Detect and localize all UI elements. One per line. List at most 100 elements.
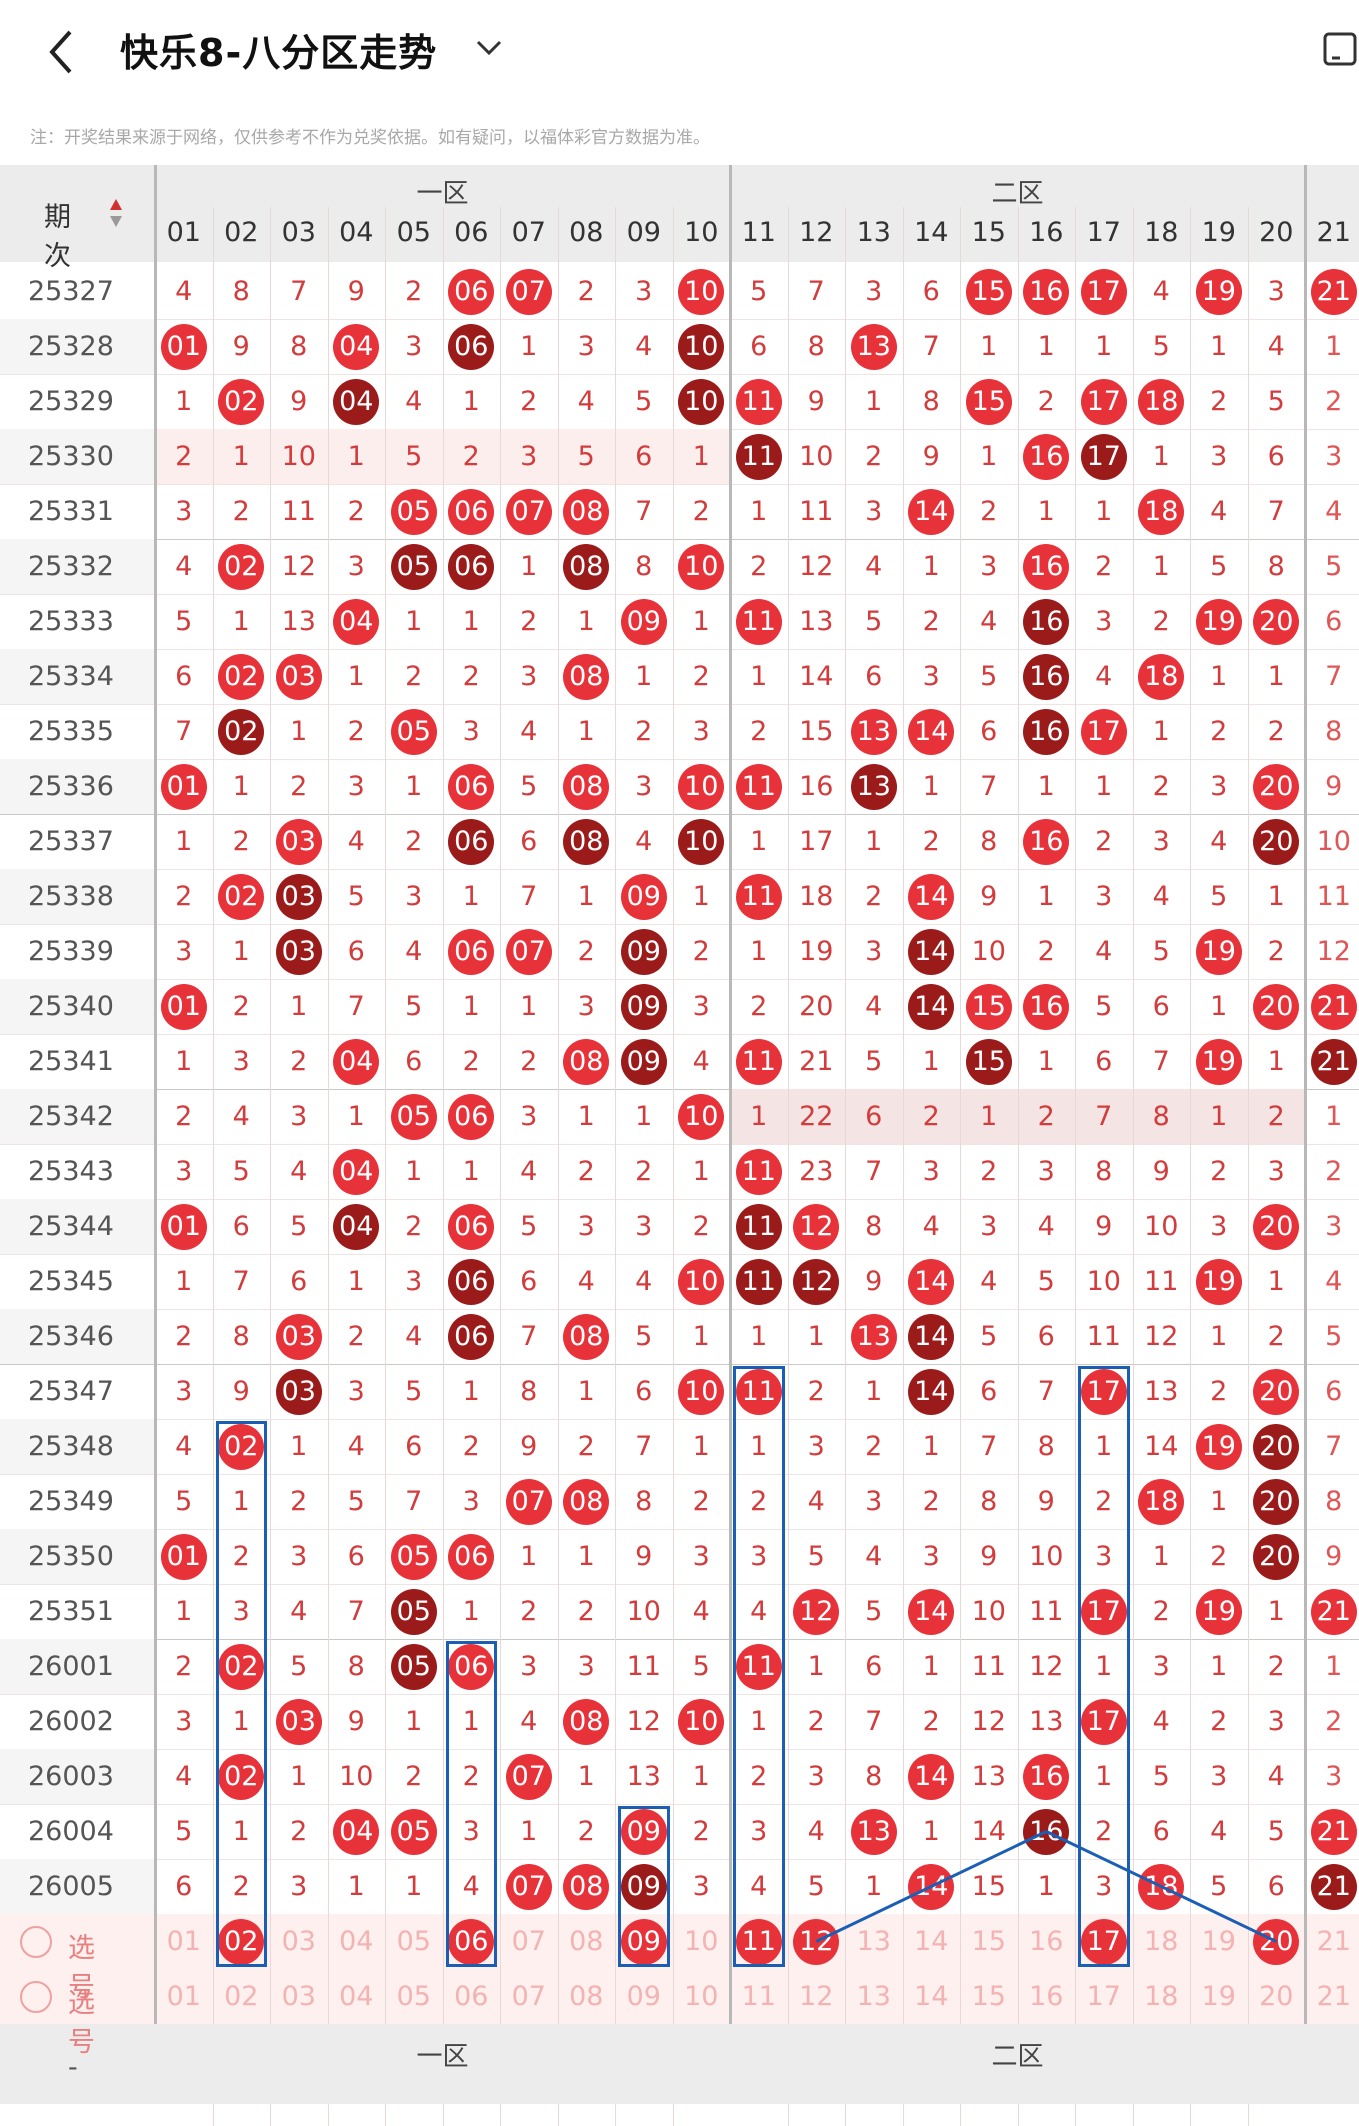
miss-value: 1 <box>232 771 250 802</box>
miss-value: 2 <box>462 661 480 692</box>
select-radio-icon[interactable] <box>20 1926 52 1958</box>
hit-ball: 12 <box>793 1588 840 1635</box>
select-number[interactable]: 05 <box>385 1981 443 2012</box>
miss-value: 1 <box>865 386 883 417</box>
select-label[interactable]: 选号 <box>68 1981 95 2059</box>
select-number[interactable]: 21 <box>1305 1926 1359 1957</box>
select-number[interactable]: 08 <box>558 1926 616 1957</box>
period-label: 25331 <box>28 496 114 527</box>
miss-value: 7 <box>347 1596 365 1627</box>
miss-value: 3 <box>290 1541 308 1572</box>
select-number[interactable]: 10 <box>673 1981 731 2012</box>
select-number[interactable]: 09 <box>615 1981 673 2012</box>
miss-value: 5 <box>1037 1266 1055 1297</box>
select-number[interactable]: 06 <box>443 1981 501 2012</box>
hit-ball: 15 <box>965 378 1012 425</box>
select-number[interactable]: 20 <box>1248 1981 1306 2012</box>
miss-value: 21 <box>799 1046 834 1077</box>
period-header[interactable]: 期次 <box>44 195 71 273</box>
miss-value: 4 <box>290 1156 308 1187</box>
select-number[interactable]: 07 <box>500 1926 558 1957</box>
hit-ball: 12 <box>793 1203 840 1250</box>
select-number[interactable]: 04 <box>328 1926 386 1957</box>
miss-value: 7 <box>865 1156 883 1187</box>
miss-value: 1 <box>1267 661 1285 692</box>
miss-value: 6 <box>347 936 365 967</box>
select-number[interactable]: 16 <box>1018 1926 1076 1957</box>
hit-ball: 20 <box>1253 598 1300 645</box>
selected-ball[interactable]: 12 <box>793 1918 840 1965</box>
select-number[interactable]: 14 <box>903 1981 961 2012</box>
select-number[interactable]: 03 <box>270 1926 328 1957</box>
miss-value: 5 <box>807 1541 825 1572</box>
miss-value: 1 <box>692 881 710 912</box>
select-number[interactable]: 18 <box>1133 1926 1191 1957</box>
hit-ball: 10 <box>678 323 725 370</box>
device-icon[interactable] <box>1322 30 1359 70</box>
miss-value: 2 <box>1210 1156 1228 1187</box>
hit-ball: 11 <box>735 1258 782 1305</box>
miss-value: 9 <box>1325 771 1343 802</box>
select-number[interactable]: 19 <box>1190 1926 1248 1957</box>
select-number[interactable]: 10 <box>673 1926 731 1957</box>
back-arrow-icon[interactable] <box>42 22 82 82</box>
miss-value: 1 <box>807 1651 825 1682</box>
select-number[interactable]: 17 <box>1075 1981 1133 2012</box>
miss-value: 3 <box>980 1211 998 1242</box>
select-number[interactable]: 01 <box>155 1926 213 1957</box>
hit-ball: 21 <box>1310 1863 1357 1910</box>
chevron-down-icon[interactable] <box>472 30 506 64</box>
select-number[interactable]: 01 <box>155 1981 213 2012</box>
select-number[interactable]: 08 <box>558 1981 616 2012</box>
select-number[interactable]: 12 <box>788 1981 846 2012</box>
miss-value: 7 <box>865 1706 883 1737</box>
period-label: 25338 <box>28 881 114 912</box>
select-number[interactable]: 05 <box>385 1926 443 1957</box>
miss-value: 6 <box>1267 1871 1285 1902</box>
select-number[interactable]: 02 <box>213 1981 271 2012</box>
miss-value: 7 <box>1325 1431 1343 1462</box>
select-radio-icon[interactable] <box>20 1981 52 2013</box>
select-number[interactable]: 18 <box>1133 1981 1191 2012</box>
hit-ball: 10 <box>678 378 725 425</box>
miss-value: 1 <box>520 1541 538 1572</box>
select-number[interactable]: 19 <box>1190 1981 1248 2012</box>
miss-value: 1 <box>520 1816 538 1847</box>
miss-value: 6 <box>980 716 998 747</box>
miss-value: 2 <box>1267 1321 1285 1352</box>
hit-ball: 13 <box>850 1808 897 1855</box>
select-number[interactable]: 04 <box>328 1981 386 2012</box>
hit-ball: 08 <box>563 543 610 590</box>
select-number[interactable]: 07 <box>500 1981 558 2012</box>
select-number[interactable]: 15 <box>960 1981 1018 2012</box>
miss-value: 8 <box>232 276 250 307</box>
select-number[interactable]: 13 <box>845 1981 903 2012</box>
selected-ball[interactable]: 20 <box>1253 1918 1300 1965</box>
miss-value: 1 <box>750 1101 768 1132</box>
select-number[interactable]: 16 <box>1018 1981 1076 2012</box>
select-number[interactable]: 14 <box>903 1926 961 1957</box>
hit-ball: 14 <box>908 1368 955 1415</box>
miss-value: 6 <box>347 1541 365 1572</box>
sort-icon[interactable] <box>108 197 124 229</box>
select-number[interactable]: 03 <box>270 1981 328 2012</box>
select-number[interactable]: 13 <box>845 1926 903 1957</box>
miss-value: 6 <box>175 1871 193 1902</box>
column-header: 08 <box>569 217 604 248</box>
hit-ball: 05 <box>390 543 437 590</box>
miss-value: 2 <box>980 496 998 527</box>
column-header: 17 <box>1086 217 1121 248</box>
hit-ball: 11 <box>735 1203 782 1250</box>
select-number[interactable]: 15 <box>960 1926 1018 1957</box>
miss-value: 4 <box>1210 826 1228 857</box>
miss-value: 5 <box>577 441 595 472</box>
miss-value: 9 <box>1325 1541 1343 1572</box>
miss-value: 2 <box>1095 551 1113 582</box>
select-number[interactable]: 21 <box>1305 1981 1359 2012</box>
miss-value: 3 <box>232 1046 250 1077</box>
hit-ball: 16 <box>1023 653 1070 700</box>
select-number[interactable]: 11 <box>730 1981 788 2012</box>
column-header: 07 <box>511 217 546 248</box>
miss-value: 8 <box>1325 716 1343 747</box>
miss-value: 4 <box>692 1046 710 1077</box>
